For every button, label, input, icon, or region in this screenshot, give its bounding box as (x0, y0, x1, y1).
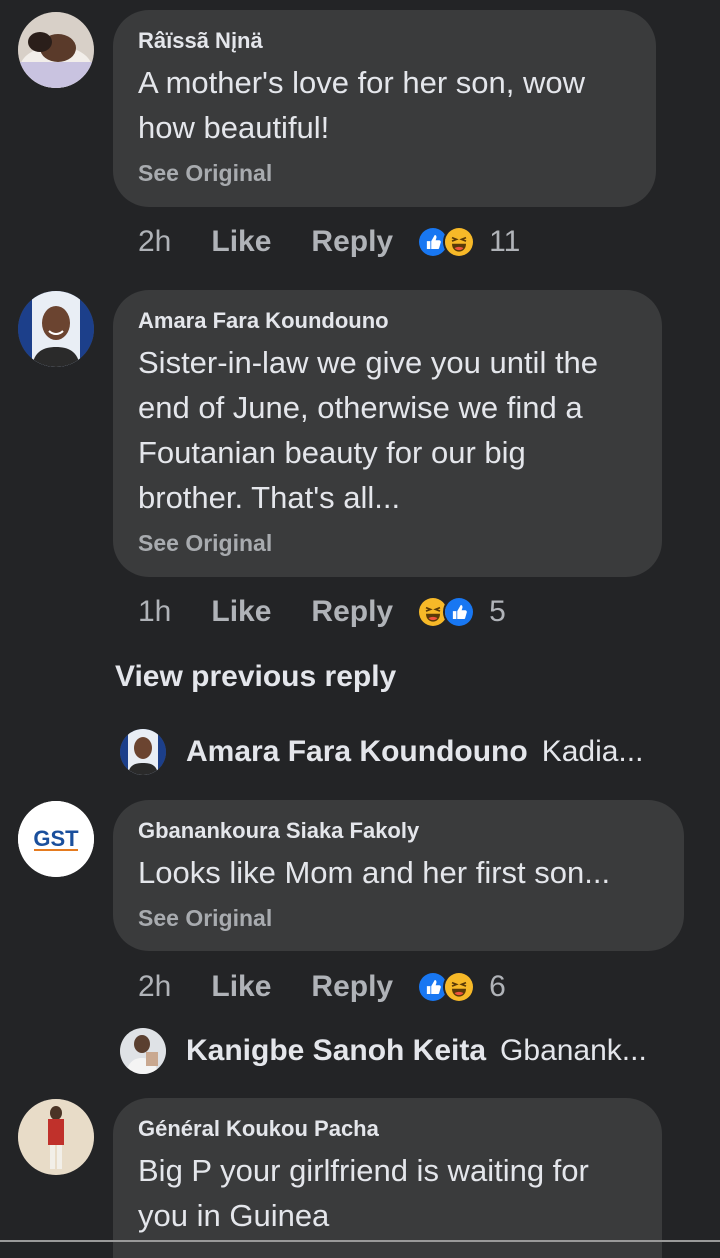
comment-text: A mother's love for her son, wow how beau… (138, 65, 586, 145)
like-button[interactable]: Like (211, 595, 271, 629)
profile-photo-icon (18, 291, 94, 367)
profile-photo-icon (18, 12, 94, 88)
comment-timestamp[interactable]: 2h (138, 225, 171, 259)
like-reaction-icon (443, 596, 476, 628)
reply-text-preview: Gbanank... (500, 1034, 647, 1067)
see-original-link[interactable]: See Original (138, 158, 631, 188)
like-button[interactable]: Like (211, 225, 271, 259)
comment-author[interactable]: Général Koukou Pacha (138, 1114, 637, 1144)
comment-author[interactable]: Amara Fara Koundouno (138, 306, 637, 336)
bottom-divider (0, 1240, 720, 1242)
reply-author[interactable]: Kanigbe Sanoh Keita (186, 1034, 486, 1068)
comment-bubble: Gbanankoura Siaka Fakoly Looks like Mom … (113, 800, 684, 951)
comment-author[interactable]: Râïssã Nįnä (138, 26, 631, 56)
commenter-avatar[interactable]: GST (18, 801, 94, 877)
commenter-avatar[interactable] (18, 12, 94, 88)
comment-timestamp[interactable]: 2h (138, 970, 171, 1004)
reply-button[interactable]: Reply (311, 595, 393, 629)
haha-reaction-icon (443, 226, 476, 258)
see-original-link[interactable]: See Original (138, 528, 637, 558)
reaction-count: 6 (489, 970, 506, 1003)
comment-text: Big P your girlfriend is waiting for you … (138, 1153, 589, 1233)
profile-photo-icon (120, 1028, 166, 1074)
reply-text-preview: Kadia... (541, 735, 644, 768)
comment-bubble: Râïssã Nįnä A mother's love for her son,… (113, 10, 656, 207)
reaction-summary[interactable] (417, 226, 476, 258)
commenter-avatar[interactable] (18, 1099, 94, 1175)
reply-preview-row[interactable]: Kanigbe Sanoh Keita Gbanank... (120, 1027, 647, 1075)
comment-actions: 2h Like Reply 11 (138, 222, 520, 262)
reaction-count: 11 (489, 225, 521, 258)
reply-button[interactable]: Reply (311, 225, 393, 259)
reaction-count: 5 (489, 595, 506, 628)
comment-bubble: Général Koukou Pacha Big P your girlfrie… (113, 1098, 662, 1258)
reply-avatar[interactable] (120, 729, 166, 775)
comment-bubble: Amara Fara Koundouno Sister-in-law we gi… (113, 290, 662, 577)
gst-logo-icon: GST (18, 801, 94, 877)
reaction-summary[interactable] (417, 596, 476, 628)
like-button[interactable]: Like (211, 970, 271, 1004)
commenter-avatar[interactable] (18, 291, 94, 367)
comment-actions: 1h Like Reply 5 (138, 592, 506, 632)
reply-author[interactable]: Amara Fara Koundouno (186, 735, 528, 769)
profile-photo-icon (18, 1099, 94, 1175)
comment-text: Sister-in-law we give you until the end o… (138, 345, 599, 515)
reply-preview-row[interactable]: Amara Fara Koundouno Kadia... (120, 728, 643, 776)
view-previous-reply-link[interactable]: View previous reply (115, 660, 396, 694)
comment-timestamp[interactable]: 1h (138, 595, 171, 629)
reply-avatar[interactable] (120, 1028, 166, 1074)
profile-photo-icon (120, 729, 166, 775)
reaction-summary[interactable] (417, 971, 476, 1003)
see-original-link[interactable]: See Original (138, 903, 659, 933)
haha-reaction-icon (443, 971, 476, 1003)
comment-author[interactable]: Gbanankoura Siaka Fakoly (138, 816, 659, 846)
reply-button[interactable]: Reply (311, 970, 393, 1004)
svg-text:GST: GST (33, 826, 79, 851)
comment-actions: 2h Like Reply 6 (138, 967, 506, 1007)
comment-text: Looks like Mom and her first son... (138, 855, 611, 890)
